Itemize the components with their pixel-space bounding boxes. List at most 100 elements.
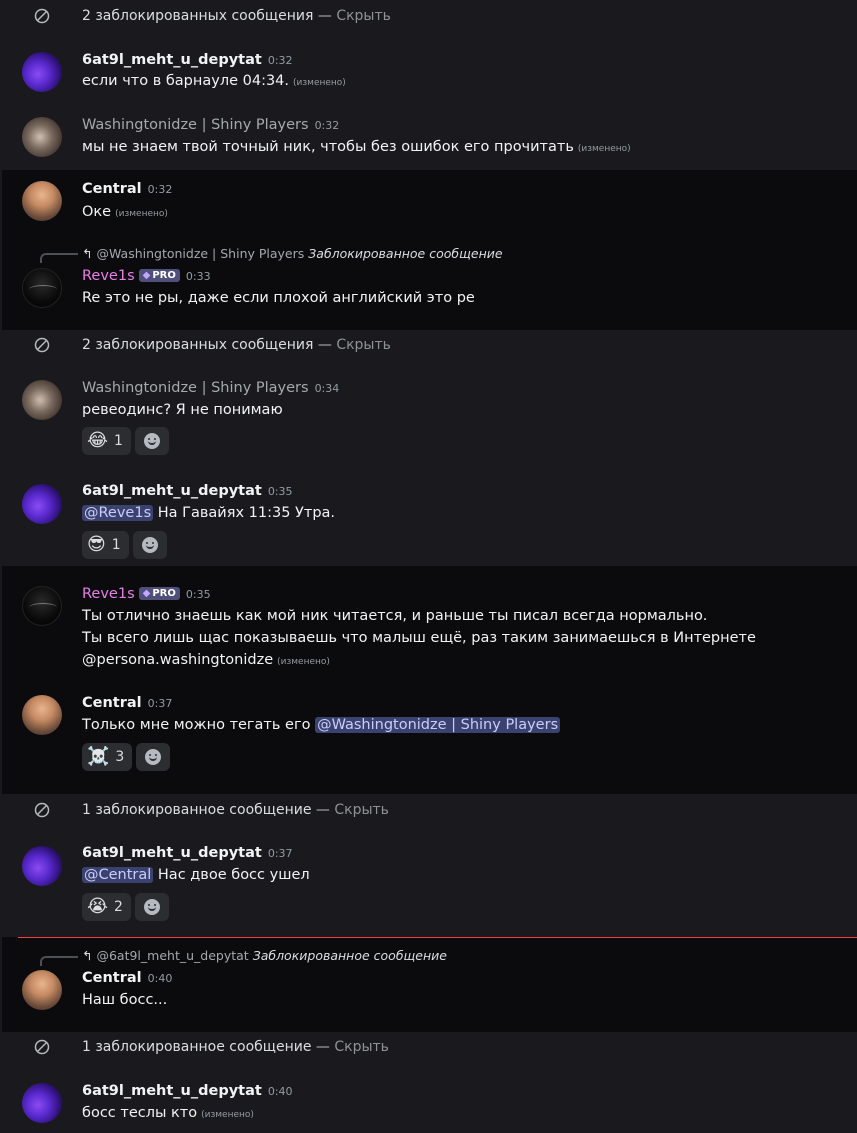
hide-blocked-link[interactable]: Скрыть — [336, 8, 391, 24]
timestamp: 0:40 — [147, 972, 173, 985]
sunglasses-emoji: 😎 — [87, 534, 106, 555]
gem-icon: ◆ — [142, 588, 151, 599]
message-line: Ты отлично знаешь как мой ник читается, … — [82, 608, 708, 624]
blocked-circle-icon — [34, 8, 50, 24]
username[interactable]: Central — [82, 695, 142, 711]
gem-icon: ◆ — [142, 270, 151, 281]
reply-arrow-icon: ↰ — [82, 948, 93, 963]
blocked-count-text: 1 заблокированное сообщение — [82, 802, 312, 818]
reply-mention[interactable]: @Washingtonidze | Shiny Players — [96, 246, 304, 261]
message-content: Re это не ры, даже если плохой английски… — [82, 290, 475, 306]
avatar[interactable] — [22, 586, 62, 626]
edited-label: (изменено) — [577, 144, 631, 154]
timestamp: 0:34 — [314, 382, 340, 395]
message-content: @Reve1s На Гавайях 11:35 Утра. — [82, 505, 336, 521]
blocked-circle-icon — [34, 337, 50, 353]
separator: — — [315, 802, 330, 818]
username[interactable]: Washingtonidze | Shiny Players — [82, 117, 309, 133]
username[interactable]: Reve1s — [82, 268, 135, 284]
username[interactable]: 6at9l_meht_u_depytat — [82, 1083, 262, 1099]
skull-crossbones-emoji: ☠️ — [87, 746, 110, 767]
blocked-count-text: 2 заблокированных сообщения — [82, 337, 314, 353]
reaction-button[interactable]: 😎 1 — [82, 531, 129, 559]
pro-badge: ◆ PRO — [138, 587, 180, 600]
add-reaction-button[interactable] — [134, 427, 169, 455]
username[interactable]: 6at9l_meht_u_depytat — [82, 483, 262, 499]
blocked-circle-icon — [34, 802, 50, 818]
hide-blocked-link[interactable]: Скрыть — [336, 337, 391, 353]
avatar[interactable] — [22, 117, 62, 157]
pro-badge: ◆ PRO — [138, 269, 180, 282]
reply-blocked-text: Заблокированное сообщение — [252, 948, 447, 963]
edited-label: (изменено) — [277, 657, 330, 667]
avatar[interactable] — [22, 695, 62, 735]
add-reaction-button[interactable] — [132, 531, 167, 559]
username[interactable]: 6at9l_meht_u_depytat — [82, 845, 262, 861]
timestamp: 0:35 — [185, 588, 211, 601]
avatar[interactable] — [22, 970, 62, 1010]
timestamp: 0:40 — [267, 1085, 293, 1098]
separator: — — [315, 1039, 330, 1055]
avatar[interactable] — [22, 268, 62, 308]
message-content: если что в барнауле 04:34. (изменено) — [82, 73, 346, 89]
message-content: @Central Нас двое босс ушел — [82, 867, 310, 883]
add-reaction-button[interactable] — [136, 743, 171, 771]
avatar[interactable] — [22, 484, 62, 524]
add-reaction-icon — [143, 433, 160, 449]
user-mention[interactable]: @Central — [82, 867, 154, 883]
username[interactable]: Reve1s — [82, 586, 135, 602]
blocked-count-text: 1 заблокированное сообщение — [82, 1039, 312, 1055]
timestamp: 0:32 — [267, 54, 293, 67]
username[interactable]: Central — [82, 181, 142, 197]
reply-preview[interactable]: ↰ @Washingtonidze | Shiny Players Заблок… — [82, 246, 503, 261]
separator: — — [317, 337, 332, 353]
reaction-count: 1 — [111, 537, 121, 553]
reaction-button[interactable]: ☠️ 3 — [82, 743, 133, 771]
username[interactable]: Central — [82, 970, 142, 986]
avatar[interactable] — [22, 181, 62, 221]
timestamp: 0:32 — [147, 183, 173, 196]
avatar[interactable] — [22, 380, 62, 420]
message-content: Наш босс... — [82, 992, 168, 1008]
avatar[interactable] — [22, 52, 62, 92]
edited-label: (изменено) — [201, 1110, 254, 1120]
timestamp: 0:35 — [267, 485, 293, 498]
blocked-messages-notice: 1 заблокированное сообщение — Скрыть — [0, 1032, 857, 1062]
blocked-messages-notice: 2 заблокированных сообщения — Скрыть — [0, 330, 857, 360]
blocked-count-text: 2 заблокированных сообщения — [82, 8, 314, 24]
message-line: @persona.washingtonidze — [82, 652, 274, 668]
message-content: ревеодинс? Я не понимаю — [82, 402, 283, 418]
user-mention[interactable]: @Washingtonidze | Shiny Players — [315, 717, 561, 733]
message-line: Ты всего лишь щас показываешь что малыш … — [82, 630, 756, 646]
reply-blocked-text: Заблокированное сообщение — [308, 246, 503, 261]
reply-preview[interactable]: ↰ @6at9l_meht_u_depytat Заблокированное … — [82, 948, 447, 963]
reaction-button[interactable]: 😭 2 — [82, 893, 131, 921]
hide-blocked-link[interactable]: Скрыть — [334, 1039, 389, 1055]
add-reaction-button[interactable] — [134, 893, 169, 921]
hide-blocked-link[interactable]: Скрыть — [334, 802, 389, 818]
avatar[interactable] — [22, 1083, 62, 1123]
reaction-button[interactable]: 😂 1 — [82, 427, 131, 455]
edited-label: (изменено) — [115, 209, 168, 219]
username[interactable]: Washingtonidze | Shiny Players — [82, 380, 309, 396]
avatar[interactable] — [22, 846, 62, 886]
reaction-count: 2 — [114, 899, 123, 915]
message-content: мы не знаем твой точный ник, чтобы без о… — [82, 139, 631, 155]
crying-emoji: 😭 — [87, 896, 109, 917]
reply-connector — [40, 253, 78, 263]
blocked-messages-notice: 1 заблокированное сообщение — Скрыть — [0, 795, 857, 825]
add-reaction-icon — [141, 537, 158, 553]
timestamp: 0:33 — [185, 270, 211, 283]
tears-of-joy-emoji: 😂 — [87, 430, 109, 451]
timestamp: 0:37 — [147, 697, 173, 710]
separator: — — [317, 8, 332, 24]
reaction-count: 3 — [115, 749, 125, 765]
reply-connector — [40, 956, 78, 966]
username[interactable]: 6at9l_meht_u_depytat — [82, 52, 262, 68]
user-mention[interactable]: @Reve1s — [82, 505, 154, 521]
message-content: босс теслы кто (изменено) — [82, 1105, 254, 1121]
add-reaction-icon — [143, 899, 160, 915]
timestamp: 0:37 — [267, 847, 293, 860]
reply-arrow-icon: ↰ — [82, 246, 93, 261]
reply-mention[interactable]: @6at9l_meht_u_depytat — [96, 948, 248, 963]
